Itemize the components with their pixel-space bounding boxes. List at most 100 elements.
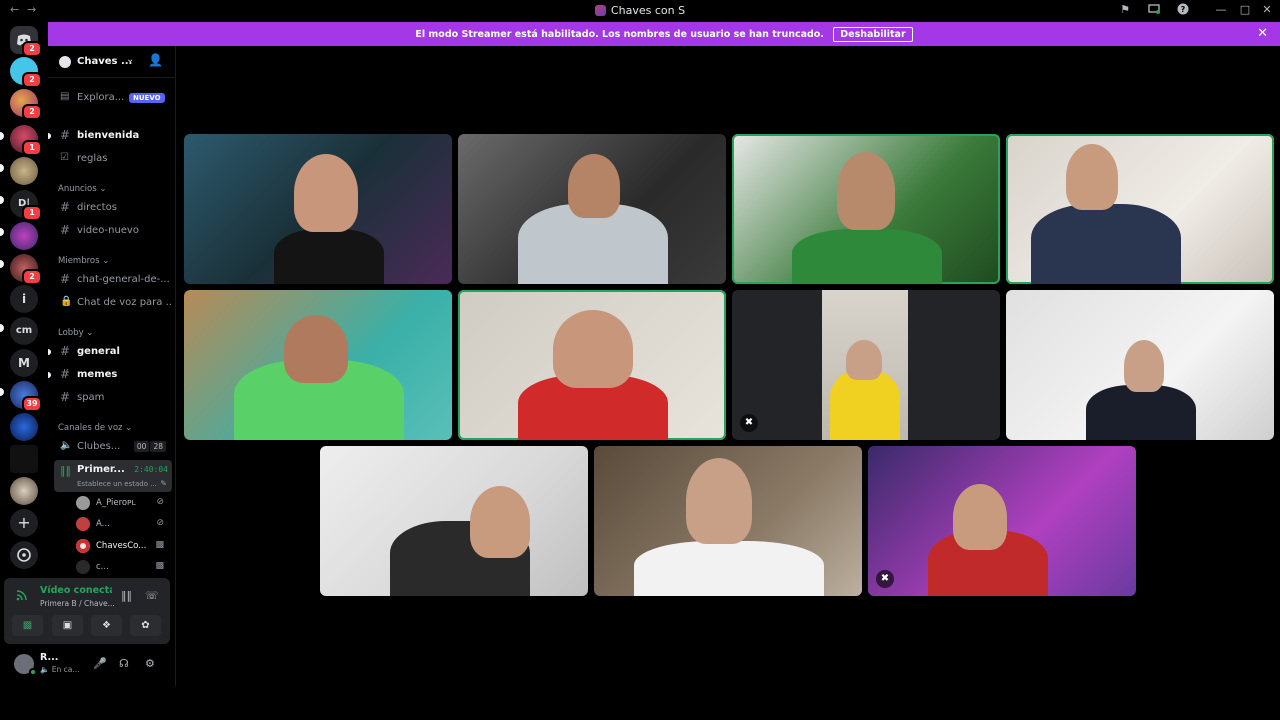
notification-badge: 2 [22,104,42,120]
chevron-down-icon: ⌄ [126,54,135,65]
server-mini-icon [594,5,606,16]
add-server-button[interactable]: + [10,509,38,537]
server-icon-7[interactable]: 2 [10,254,42,285]
category-miembros[interactable]: Miembros ⌄ [58,256,109,266]
video-tile[interactable] [184,134,452,284]
headphones-icon[interactable]: ☊ [119,657,129,670]
minimize-icon[interactable]: — [1214,3,1228,17]
voice-location[interactable]: Primera B / Chave... [40,599,115,608]
explore-channels[interactable]: ▤ Explora... NUEVO [54,88,172,108]
server-icon-cm[interactable]: cm [10,317,38,345]
video-tile-speaking[interactable] [732,134,1000,284]
video-tile-speaking[interactable] [1006,134,1274,284]
category-anuncios[interactable]: Anuncios ⌄ [58,184,106,194]
screen-share-button[interactable]: ▣ [52,615,83,636]
voice-timer: 2:40:04 [134,465,168,474]
video-camera-icon: ▩ [155,540,164,550]
voice-activity-icon: ‖‖ [60,464,71,477]
server-icon [59,56,71,68]
noise-suppression-icon[interactable]: ‖‖ [121,589,132,602]
username: R... [40,652,59,663]
active-voice-channel[interactable]: ‖‖ Primer... 2:40:04 Establece un estado… [54,460,172,492]
video-tile[interactable]: ✖ [732,290,1000,440]
video-tile-speaking[interactable] [458,290,726,440]
server-icon-1[interactable]: 2 [10,57,42,88]
hash-icon: # [60,344,71,358]
notification-badge: 2 [22,72,42,88]
invite-icon[interactable]: 👤 [148,53,163,67]
user-panel: R... 🔈 En ca... 🎤 ☊ ⚙ [4,646,170,682]
disconnect-icon[interactable]: ☏ [145,589,159,602]
server-icon-m[interactable]: M [10,349,38,377]
category-lobby[interactable]: Lobby ⌄ [58,328,93,338]
lock-icon: 🔒 [60,296,73,307]
server-icon-8[interactable]: 39 [10,381,42,412]
maximize-icon[interactable]: □ [1238,3,1252,17]
channel-video-nuevo[interactable]: # video-nuevo [54,221,172,241]
microphone-icon[interactable]: 🎤 [93,657,107,670]
hash-icon: # [60,200,71,214]
video-tile[interactable] [320,446,588,596]
muted-mic-icon: ✖ [740,414,758,432]
connection-signal-icon[interactable] [15,588,29,605]
disable-streamer-button[interactable]: Deshabilitar [833,27,913,42]
notification-badge: 2 [22,269,42,285]
video-tile[interactable] [594,446,862,596]
channel-spam[interactable]: # spam [54,388,172,408]
activities-button[interactable]: ❖ [91,615,122,636]
server-name: Chaves ... [77,56,133,67]
server-icon-i[interactable]: i [10,285,38,313]
channel-general[interactable]: # general [54,342,172,362]
pencil-icon[interactable]: ✎ [160,479,167,488]
settings-gear-icon[interactable]: ⚙ [145,657,155,670]
plus-icon: + [17,513,31,532]
rules-icon: ☑ [60,152,69,163]
server-icon-3[interactable]: 1 [10,125,42,156]
inbox-flag-icon[interactable]: ⚑ [1118,3,1132,17]
server-header[interactable]: Chaves ... ⌄ 👤 [48,46,176,78]
server-icon-9[interactable] [10,413,38,441]
close-window-icon[interactable]: ✕ [1260,3,1274,17]
video-tile[interactable] [1006,290,1274,440]
screen-share-icon[interactable] [1147,3,1161,17]
direct-messages-home[interactable]: 2 [10,26,42,57]
category-canales-de-voz[interactable]: Canales de voz ⌄ [58,423,132,433]
channel-chat-general[interactable]: # chat-general-de-... [54,270,172,290]
voice-channel-clubes[interactable]: 🔈 Clubes... 00 28 [54,437,172,457]
close-banner-icon[interactable]: ✕ [1257,26,1268,41]
camera-button[interactable]: ▩ [12,615,43,636]
channel-chat-de-voz[interactable]: 🔒 Chat de voz para ... [54,293,172,313]
avatar [76,517,90,531]
soundboard-button[interactable]: ✿ [130,615,161,636]
avatar [76,496,90,510]
server-icon-4[interactable] [10,157,38,185]
server-icon-6[interactable] [10,222,38,250]
set-status-prompt[interactable]: Establece un estado ... [77,480,157,488]
voice-user[interactable]: c... ▩ [76,558,168,576]
channel-directos[interactable]: # directos [54,198,172,218]
muted-mic-icon: ✖ [876,570,894,588]
streamer-mode-banner: El modo Streamer está habilitado. Los no… [48,22,1280,46]
avatar [76,560,90,574]
channel-memes[interactable]: # memes [54,365,172,385]
notification-badge: 2 [22,41,42,57]
voice-user[interactable]: ChavesCo... ▩ [76,537,168,555]
voice-user-count: 00 28 [133,441,166,452]
video-tile[interactable]: ✖ [868,446,1136,596]
voice-user[interactable]: A... ⊘ [76,515,168,533]
server-icon-2[interactable]: 2 [10,89,42,120]
channel-reglas[interactable]: ☑ reglas [54,149,172,169]
discover-button[interactable] [10,541,38,569]
help-icon[interactable]: ? [1176,3,1190,17]
voice-user[interactable]: A_Pieroᴘʟ ⊘ [76,494,168,512]
hash-icon: # [60,272,71,286]
video-tile[interactable] [458,134,726,284]
server-icon-5[interactable]: D| 1 [10,190,42,221]
user-status: 🔈 En ca... [40,665,80,674]
voice-status-title: Vídeo conectad [40,585,112,596]
hash-icon: # [60,128,71,142]
server-icon-11[interactable] [10,477,38,505]
channel-bienvenida[interactable]: # bienvenida [54,126,172,146]
video-tile[interactable] [184,290,452,440]
server-icon-10[interactable] [10,445,38,473]
